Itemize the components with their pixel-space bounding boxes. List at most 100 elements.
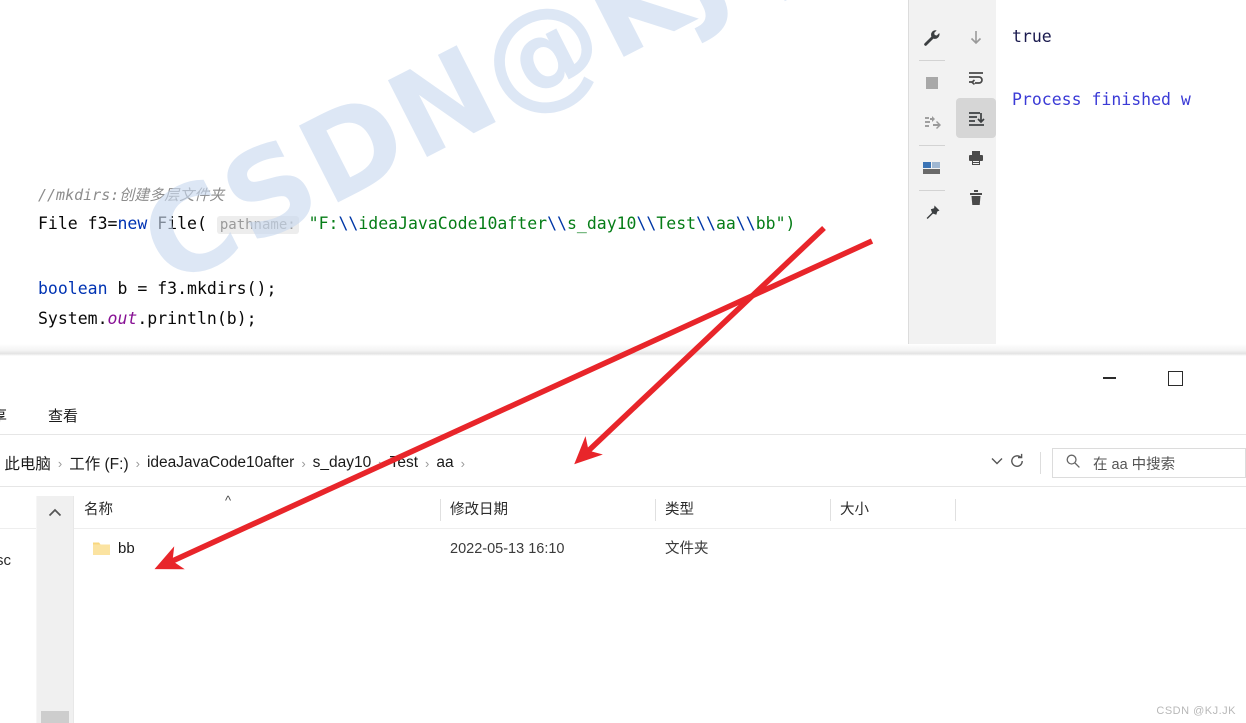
- search-icon: [1065, 453, 1081, 474]
- breadcrumb-separator[interactable]: ›: [458, 456, 468, 471]
- column-divider[interactable]: [830, 499, 831, 521]
- breadcrumb-item-test[interactable]: Test: [386, 454, 422, 472]
- refresh-icon: [1008, 452, 1026, 475]
- column-divider[interactable]: [955, 499, 956, 521]
- breadcrumb-item-drive-f[interactable]: 工作 (F:): [65, 452, 132, 474]
- breadcrumb-separator[interactable]: ›: [375, 456, 385, 471]
- clear-all-trash-icon[interactable]: [956, 178, 996, 218]
- code-string-seg-4: aa: [716, 214, 736, 233]
- code-editor[interactable]: //mkdirs:创建多层文件夹 File f3=new File( pathn…: [0, 0, 908, 344]
- column-header-name[interactable]: 名称: [84, 492, 113, 528]
- minimize-button[interactable]: [1086, 356, 1132, 400]
- sort-ascending-icon: ^: [225, 493, 232, 508]
- watermark-corner-text: CSDN @KJ.JK: [1156, 705, 1236, 717]
- column-divider[interactable]: [655, 499, 656, 521]
- breadcrumb: › 此电脑 › 工作 (F:) › ideaJavaCode10after › …: [0, 444, 468, 482]
- code-token-bool-rest: b = f3.mkdirs();: [107, 279, 277, 298]
- pin-tab-icon[interactable]: [912, 193, 952, 233]
- code-token-println: .println(b);: [137, 309, 257, 328]
- column-divider[interactable]: [440, 499, 441, 521]
- column-header-type[interactable]: 类型: [665, 492, 694, 528]
- breadcrumb-item-aa[interactable]: aa: [432, 454, 457, 472]
- cell-name: bb: [118, 540, 135, 557]
- code-string-seg-3: Test: [656, 214, 697, 233]
- layout-glyph: [922, 160, 942, 176]
- scroll-to-end-icon[interactable]: [955, 98, 996, 138]
- code-keyword-boolean: boolean: [38, 279, 108, 298]
- breadcrumb-separator[interactable]: ›: [422, 456, 432, 471]
- breadcrumb-item-ideajavacode10after[interactable]: ideaJavaCode10after: [143, 454, 298, 472]
- ribbon-divider: [0, 434, 1246, 435]
- refresh-button[interactable]: [1000, 448, 1034, 478]
- trash-glyph: [966, 188, 986, 208]
- breadcrumb-separator[interactable]: ›: [298, 456, 308, 471]
- layout-windows-icon[interactable]: [912, 148, 952, 188]
- code-escape-1: \\: [338, 214, 359, 233]
- toolbar-separator: [918, 190, 945, 191]
- breadcrumb-item-this-pc[interactable]: 此电脑: [0, 452, 55, 474]
- console-output-value: true: [1012, 27, 1052, 46]
- stop-square-icon[interactable]: [912, 63, 952, 103]
- stop-glyph: [923, 74, 941, 92]
- run-toolbar-left: [908, 0, 955, 344]
- code-string-open: "F:: [308, 214, 339, 233]
- printer-glyph: [966, 148, 986, 168]
- ribbon-tab-strip: 享 查看: [0, 400, 1246, 434]
- table-row[interactable]: bb 2022-05-13 16:10 文件夹: [0, 532, 1246, 566]
- intellij-run-panel: //mkdirs:创建多层文件夹 File f3=new File( pathn…: [0, 0, 1246, 356]
- search-input[interactable]: 在 aa 中搜索: [1052, 448, 1246, 478]
- column-header-date-modified[interactable]: 修改日期: [450, 492, 508, 528]
- explorer-titlebar: [0, 356, 1246, 400]
- code-token-prefix: File f3=: [38, 214, 118, 233]
- code-static-field-out: out: [107, 309, 138, 328]
- soft-wrap-icon[interactable]: [956, 58, 996, 98]
- breadcrumb-separator[interactable]: ›: [133, 456, 143, 471]
- run-console-output[interactable]: true Process finished w: [996, 0, 1246, 344]
- print-icon[interactable]: [956, 138, 996, 178]
- code-string-seg-1: ideaJavaCode10after: [358, 214, 548, 233]
- scroll-to-end-glyph: [966, 108, 986, 128]
- run-toolbar-right: [953, 0, 999, 344]
- code-line-boolean: boolean b = f3.mkdirs();: [38, 279, 276, 299]
- code-line-println: System.out.println(b);: [38, 309, 257, 329]
- rerun-glyph: [922, 113, 942, 133]
- maximize-icon: [1167, 370, 1183, 386]
- rerun-failed-tests-icon[interactable]: [912, 103, 952, 143]
- code-keyword-new: new: [117, 214, 148, 233]
- tab-view[interactable]: 查看: [48, 400, 78, 434]
- panel-bottom-edge: [0, 344, 1246, 356]
- code-string-seg-2: s_day10: [566, 214, 637, 233]
- maximize-button[interactable]: [1152, 356, 1198, 400]
- code-string-seg-5: bb: [755, 214, 776, 233]
- pin-glyph: [922, 203, 942, 223]
- settings-wrench-icon[interactable]: [912, 18, 952, 58]
- tab-share[interactable]: 享: [0, 400, 7, 434]
- parameter-hint-chip: pathname:: [216, 216, 299, 234]
- toolbar-separator: [918, 145, 945, 146]
- scroll-up-icon[interactable]: [37, 502, 73, 524]
- file-list: bb 2022-05-13 16:10 文件夹: [0, 532, 1246, 723]
- code-escape-2: \\: [547, 214, 567, 233]
- cell-type: 文件夹: [665, 541, 709, 557]
- code-comment-line: //mkdirs:创建多层文件夹: [38, 186, 225, 204]
- code-token-ctor: File(: [147, 214, 217, 233]
- column-header-size[interactable]: 大小: [840, 492, 869, 528]
- navigation-pane-item-truncated[interactable]: sc: [0, 552, 11, 569]
- scrollbar-thumb[interactable]: [41, 711, 69, 723]
- code-token-system: System.: [38, 309, 108, 328]
- breadcrumb-item-s-day10[interactable]: s_day10: [309, 454, 376, 472]
- scroll-down-arrow-icon[interactable]: [956, 18, 996, 58]
- code-line-file-declaration: File f3=new File( pathname: "F:\\ideaJav…: [38, 214, 796, 235]
- address-bar-divider: [0, 486, 1246, 487]
- wrench-glyph: [922, 28, 942, 48]
- code-escape-5: \\: [735, 214, 756, 233]
- folder-icon: [92, 540, 111, 562]
- navigation-pane-scrollbar[interactable]: [36, 496, 74, 723]
- breadcrumb-separator[interactable]: ›: [55, 456, 65, 471]
- soft-wrap-glyph: [966, 68, 986, 88]
- toolbar-separator: [918, 60, 945, 61]
- down-arrow-glyph: [966, 28, 986, 48]
- column-header-divider: [0, 528, 1246, 529]
- column-header-row: 名称 ^ 修改日期 类型 大小: [0, 492, 1246, 528]
